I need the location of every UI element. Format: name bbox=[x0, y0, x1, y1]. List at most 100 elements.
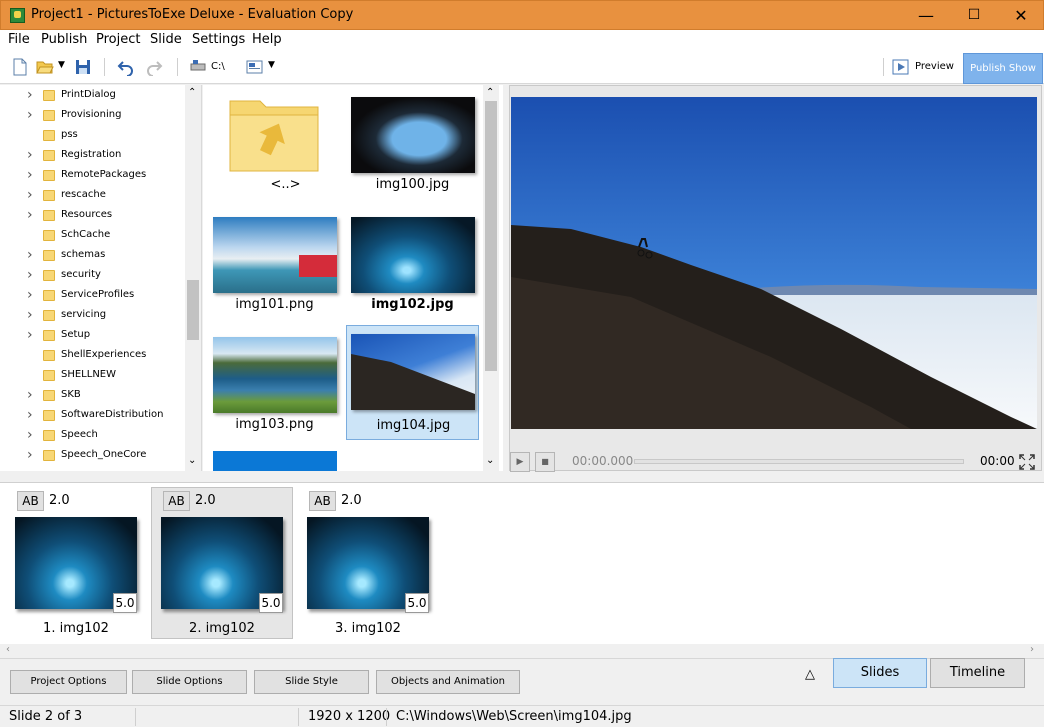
scroll-down-icon[interactable]: ⌄ bbox=[486, 455, 494, 466]
new-file-icon[interactable] bbox=[11, 58, 29, 76]
tree-scroll-thumb[interactable] bbox=[187, 280, 199, 340]
expand-chevron-icon[interactable]: › bbox=[27, 427, 33, 443]
expand-chevron-icon[interactable]: › bbox=[27, 247, 33, 263]
tree-item[interactable]: SHELLNEW bbox=[0, 366, 185, 386]
expand-chevron-icon[interactable]: › bbox=[27, 107, 33, 123]
file-item-img100[interactable]: img100.jpg bbox=[341, 85, 475, 200]
expand-chevron-icon[interactable]: › bbox=[27, 207, 33, 223]
transition-time[interactable]: 2.0 bbox=[341, 493, 362, 508]
tree-scrollbar[interactable]: ⌃ ⌄ bbox=[185, 85, 201, 471]
expand-chevron-icon[interactable]: › bbox=[27, 87, 33, 103]
expand-chevron-icon[interactable]: › bbox=[27, 187, 33, 203]
menu-file[interactable]: File bbox=[8, 32, 30, 47]
seek-bar[interactable] bbox=[634, 459, 964, 464]
path-label[interactable]: C:\ bbox=[211, 61, 225, 72]
tree-item[interactable]: › PrintDialog bbox=[0, 86, 185, 106]
tree-item[interactable]: › Resources bbox=[0, 206, 185, 226]
tree-item[interactable]: › SKB bbox=[0, 386, 185, 406]
expand-chevron-icon[interactable]: › bbox=[27, 387, 33, 403]
title-bar[interactable]: Project1 - PicturesToExe Deluxe - Evalua… bbox=[0, 0, 1044, 30]
transition-time[interactable]: 2.0 bbox=[195, 493, 216, 508]
tree-item[interactable]: › Registration bbox=[0, 146, 185, 166]
objects-animation-button[interactable]: Objects and Animation bbox=[376, 670, 520, 694]
tree-item[interactable]: › schemas bbox=[0, 246, 185, 266]
expand-chevron-icon[interactable]: › bbox=[27, 147, 33, 163]
expand-chevron-icon[interactable]: › bbox=[27, 327, 33, 343]
open-folder-icon[interactable] bbox=[36, 58, 54, 76]
folder-tree[interactable]: › PrintDialog › Provisioning pss › Registratio… bbox=[0, 85, 202, 471]
stop-button[interactable]: ■ bbox=[535, 452, 555, 472]
transition-badge[interactable]: AB bbox=[17, 491, 44, 511]
publish-show-button[interactable]: Publish Show bbox=[963, 53, 1043, 84]
file-thumbnail-partial[interactable] bbox=[213, 451, 337, 471]
tree-item[interactable]: ShellExperiences bbox=[0, 346, 185, 366]
file-item-parent[interactable]: <..> bbox=[214, 85, 347, 200]
tree-item[interactable]: › Speech bbox=[0, 426, 185, 446]
transition-time[interactable]: 2.0 bbox=[49, 493, 70, 508]
view-dropdown-icon[interactable]: ▼ bbox=[268, 60, 275, 70]
tree-item[interactable]: › Provisioning bbox=[0, 106, 185, 126]
file-item-img102[interactable]: img102.jpg bbox=[341, 205, 475, 320]
tab-timeline[interactable]: Timeline bbox=[930, 658, 1025, 688]
slide-options-button[interactable]: Slide Options bbox=[132, 670, 247, 694]
slide-item-3[interactable]: AB 2.0 5.0 3. img102 bbox=[307, 487, 449, 639]
slide-style-button[interactable]: Slide Style bbox=[254, 670, 369, 694]
expand-chevron-icon[interactable]: › bbox=[27, 307, 33, 323]
slides-scrollbar[interactable]: ‹ › bbox=[0, 644, 1044, 659]
expand-chevron-icon[interactable]: › bbox=[27, 447, 33, 463]
maximize-button[interactable]: ☐ bbox=[951, 1, 997, 30]
open-dropdown-icon[interactable]: ▼ bbox=[58, 60, 65, 70]
tree-item[interactable]: › ServiceProfiles bbox=[0, 286, 185, 306]
tree-item[interactable]: › Setup bbox=[0, 326, 185, 346]
tree-item[interactable]: › security bbox=[0, 266, 185, 286]
undo-icon[interactable] bbox=[117, 58, 135, 76]
preview-icon[interactable] bbox=[892, 58, 910, 76]
drive-icon[interactable] bbox=[190, 58, 208, 76]
redo-icon[interactable] bbox=[145, 58, 163, 76]
menu-help[interactable]: Help bbox=[252, 32, 282, 47]
files-scrollbar[interactable]: ⌃ ⌄ bbox=[483, 85, 499, 471]
preview-button[interactable]: Preview bbox=[915, 61, 954, 72]
slide-duration[interactable]: 5.0 bbox=[259, 593, 283, 613]
slide-list[interactable]: AB 2.0 5.0 1. img102 AB 2.0 5.0 2. img10… bbox=[0, 482, 1044, 644]
scroll-down-icon[interactable]: ⌄ bbox=[188, 455, 196, 466]
slide-duration[interactable]: 5.0 bbox=[405, 593, 429, 613]
close-button[interactable]: ✕ bbox=[998, 1, 1044, 30]
scroll-up-icon[interactable]: ⌃ bbox=[486, 87, 494, 98]
tree-item[interactable]: pss bbox=[0, 126, 185, 146]
tree-item[interactable]: › Speech_OneCore bbox=[0, 446, 185, 466]
expand-chevron-icon[interactable]: › bbox=[27, 267, 33, 283]
scroll-up-icon[interactable]: ⌃ bbox=[188, 87, 196, 98]
files-scroll-thumb[interactable] bbox=[485, 101, 497, 371]
expand-chevron-icon[interactable]: › bbox=[27, 167, 33, 183]
menu-slide[interactable]: Slide bbox=[150, 32, 182, 47]
expand-chevron-icon[interactable]: › bbox=[27, 287, 33, 303]
tab-slides[interactable]: Slides bbox=[833, 658, 927, 688]
play-button[interactable]: ▶ bbox=[510, 452, 530, 472]
minimize-button[interactable]: — bbox=[903, 1, 949, 30]
preview-image[interactable] bbox=[511, 97, 1037, 429]
view-mode-icon[interactable] bbox=[246, 58, 264, 76]
slide-item-1[interactable]: AB 2.0 5.0 1. img102 bbox=[15, 487, 157, 639]
transition-badge[interactable]: AB bbox=[163, 491, 190, 511]
file-browser[interactable]: <..> img100.jpg img101.png img102.jpg im… bbox=[203, 85, 503, 471]
slide-duration[interactable]: 5.0 bbox=[113, 593, 137, 613]
expand-chevron-icon[interactable]: › bbox=[27, 407, 33, 423]
project-options-button[interactable]: Project Options bbox=[10, 670, 127, 694]
slide-item-2[interactable]: AB 2.0 5.0 2. img102 bbox=[161, 487, 303, 639]
tree-item[interactable]: › SoftwareDistribution bbox=[0, 406, 185, 426]
file-item-img101[interactable]: img101.png bbox=[203, 205, 337, 320]
file-item-img104[interactable]: img104.jpg bbox=[346, 325, 479, 440]
collapse-panel-icon[interactable]: △ bbox=[805, 667, 815, 682]
app-icon[interactable] bbox=[10, 8, 25, 23]
scroll-right-icon[interactable]: › bbox=[1030, 644, 1034, 655]
transition-badge[interactable]: AB bbox=[309, 491, 336, 511]
menu-settings[interactable]: Settings bbox=[192, 32, 245, 47]
save-icon[interactable] bbox=[74, 58, 92, 76]
tree-item[interactable]: › servicing bbox=[0, 306, 185, 326]
menu-publish[interactable]: Publish bbox=[41, 32, 87, 47]
tree-item[interactable]: › RemotePackages bbox=[0, 166, 185, 186]
file-item-img103[interactable]: img103.png bbox=[203, 325, 337, 440]
tree-item[interactable]: SchCache bbox=[0, 226, 185, 246]
fullscreen-icon[interactable] bbox=[1019, 454, 1035, 470]
